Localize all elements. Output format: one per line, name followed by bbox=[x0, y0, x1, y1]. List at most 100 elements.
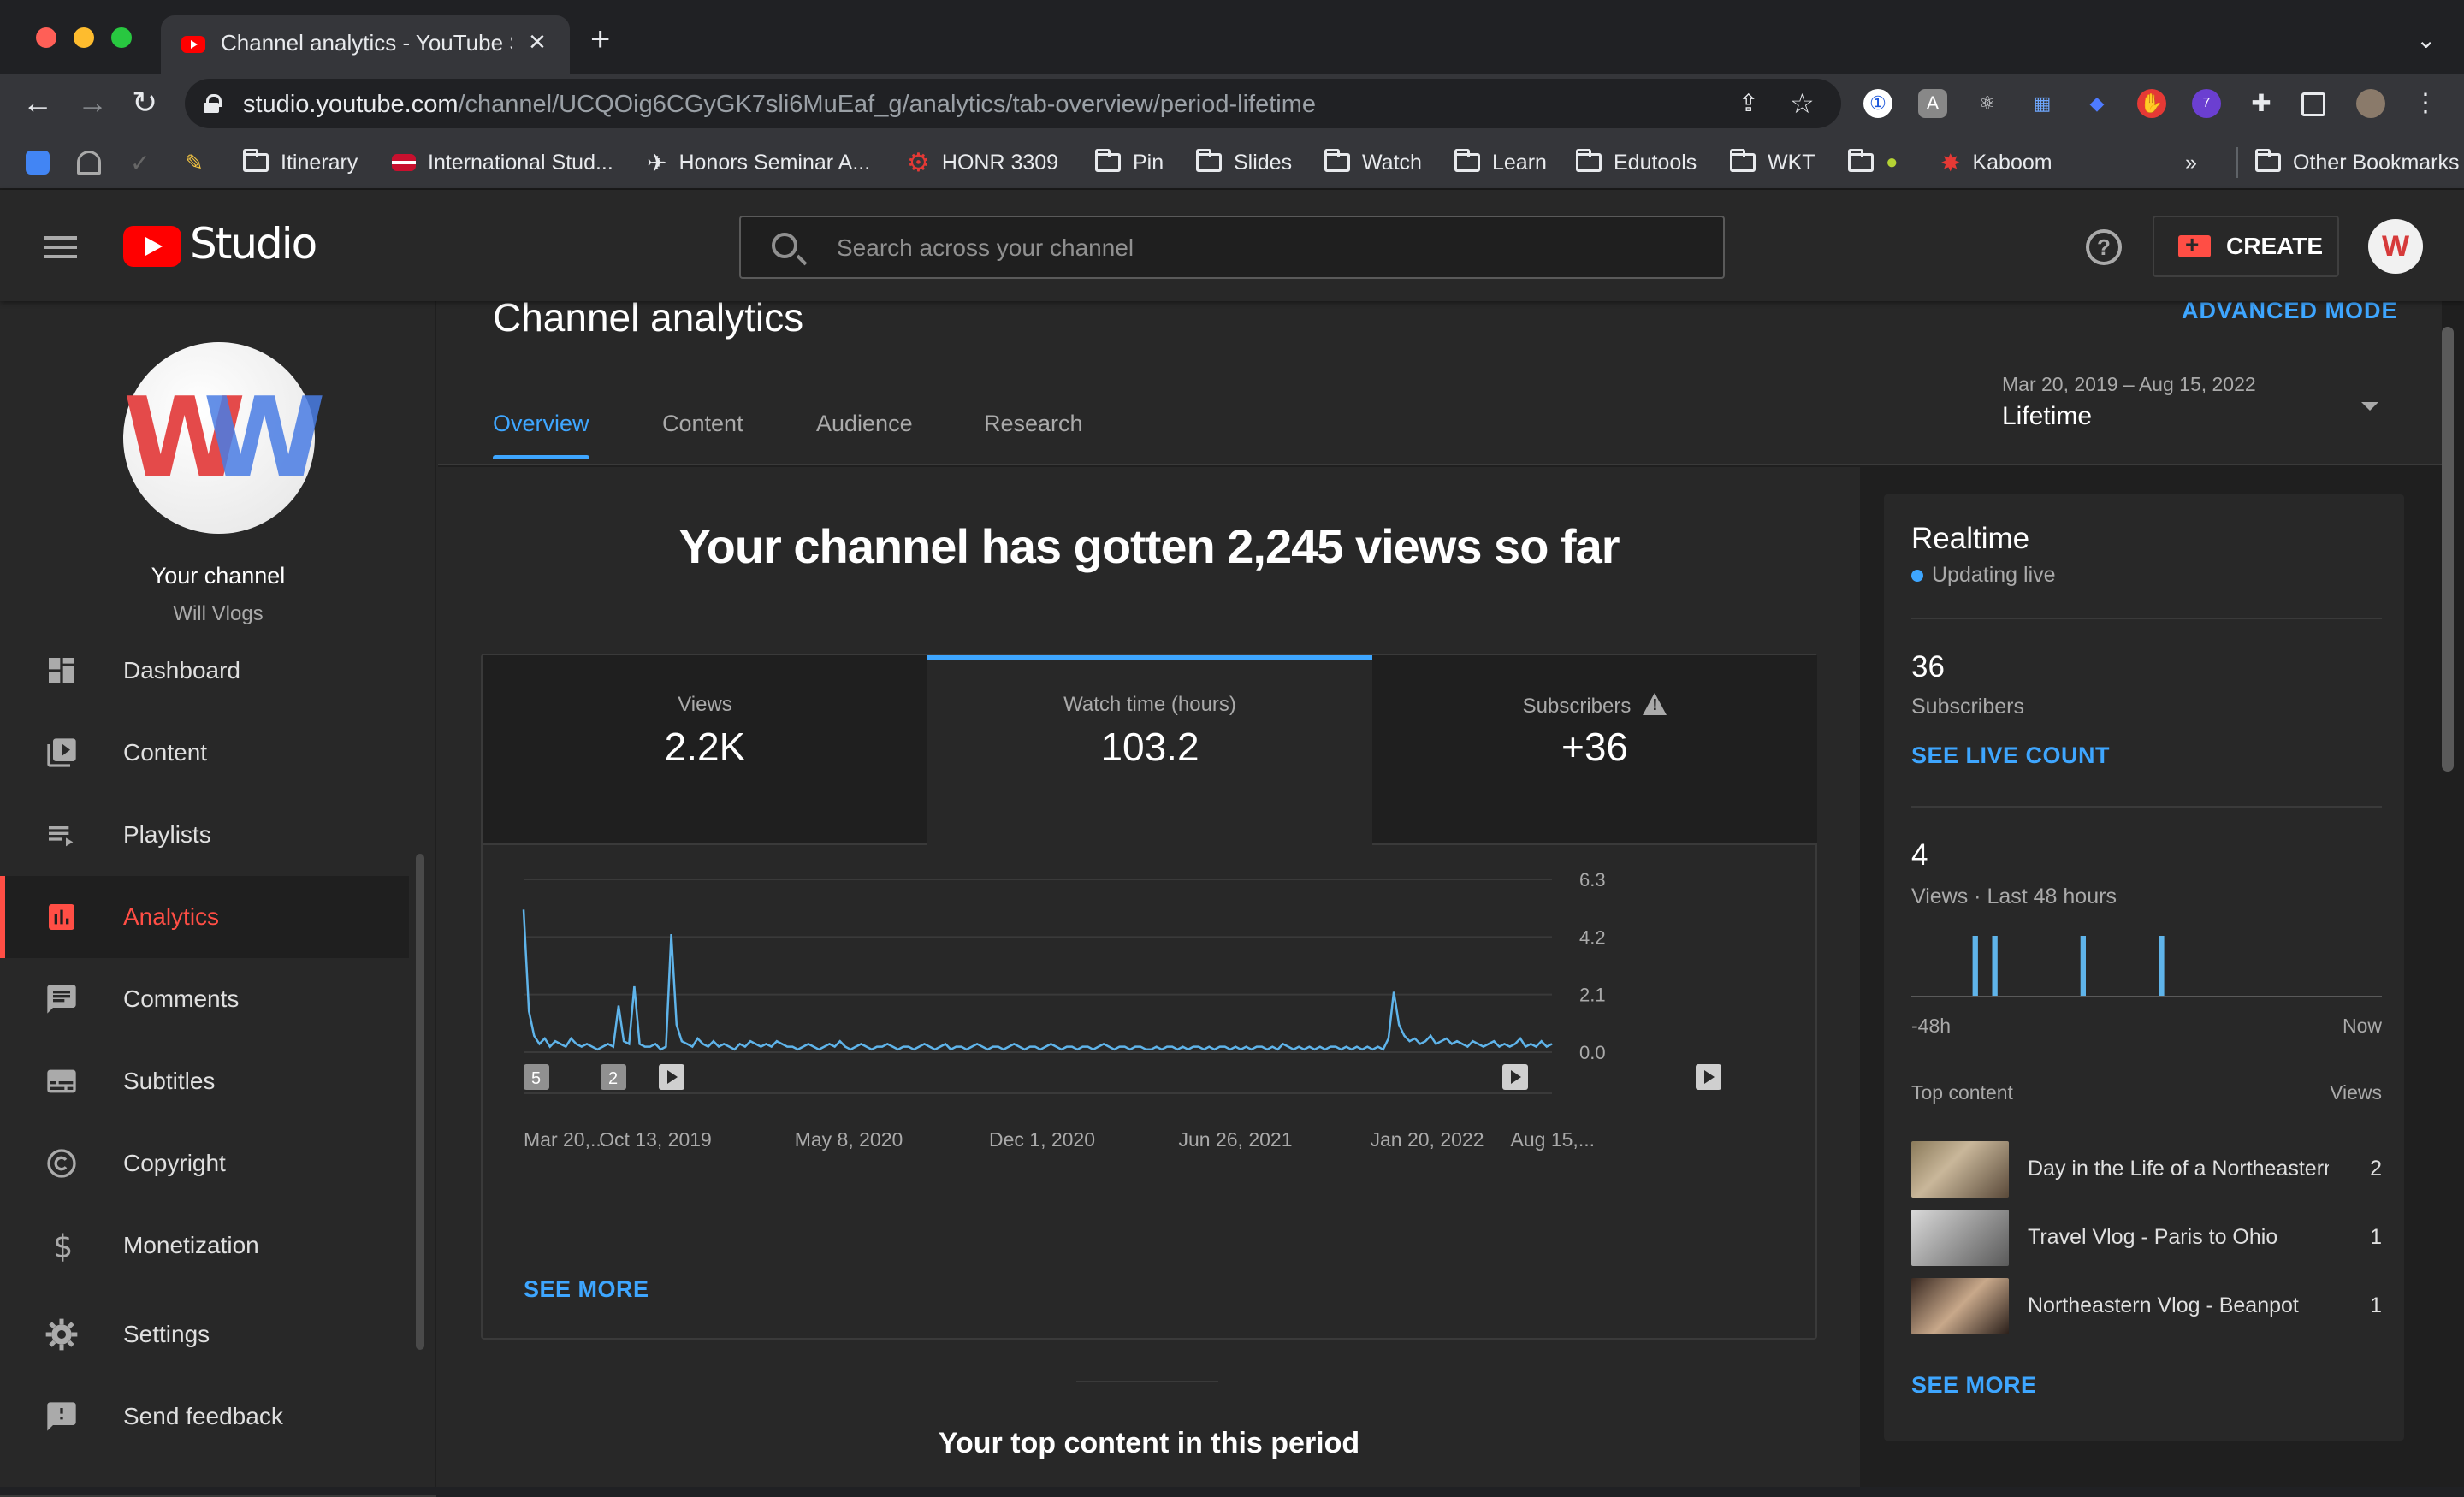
sidebar-item-send-feedback[interactable]: Send feedback bbox=[0, 1376, 409, 1458]
extension-1password-icon[interactable]: ① bbox=[1863, 89, 1892, 118]
bookmark-check[interactable]: ✓ bbox=[130, 147, 150, 178]
bookmark-folder-avocado[interactable]: ● bbox=[1848, 147, 1898, 178]
watch-time-chart[interactable]: 6.3 4.2 2.1 0.0 5 2 Mar 20,...Oct 13, 2019 May … bbox=[483, 845, 1815, 1239]
see-live-count-link[interactable]: SEE LIVE COUNT bbox=[1911, 743, 2110, 769]
sidebar-item-dashboard[interactable]: Dashboard bbox=[0, 630, 409, 712]
create-button[interactable]: CREATE bbox=[2153, 216, 2339, 277]
sidebar-item-label: Subtitles bbox=[123, 1068, 216, 1094]
new-tab-button[interactable]: + bbox=[590, 22, 610, 56]
sidebar-item-copyright[interactable]: Copyright bbox=[0, 1122, 409, 1204]
extension-react-icon[interactable]: ⚛ bbox=[1973, 89, 2002, 118]
metric-subscribers[interactable]: Subscribers +36 bbox=[1372, 655, 1817, 845]
bookmark-international-students[interactable]: International Stud... bbox=[392, 147, 613, 178]
video-title: Day in the Life of a Northeastern Studen… bbox=[2028, 1157, 2329, 1180]
bookmark-calendar[interactable] bbox=[26, 147, 62, 178]
advanced-mode-link[interactable]: ADVANCED MODE bbox=[2182, 298, 2398, 324]
channel-search-box[interactable] bbox=[739, 216, 1725, 279]
side-panel-icon[interactable] bbox=[2301, 92, 2325, 116]
chart-marker[interactable]: 5 bbox=[524, 1064, 549, 1090]
see-more-link[interactable]: SEE MORE bbox=[524, 1276, 649, 1303]
search-input[interactable] bbox=[837, 231, 1692, 265]
top-content-item[interactable]: Northeastern Vlog - Beanpot 1 bbox=[1911, 1278, 2382, 1334]
minimize-window-button[interactable] bbox=[74, 27, 94, 48]
youtube-logo-icon[interactable] bbox=[123, 226, 181, 267]
account-avatar[interactable]: W bbox=[2368, 219, 2423, 274]
address-bar[interactable]: studio.youtube.com/channel/UCQOig6CGyGK7… bbox=[185, 79, 1841, 128]
realtime-views-bars[interactable] bbox=[1911, 931, 2382, 999]
share-icon[interactable]: ⇪ bbox=[1738, 89, 1758, 117]
extension-badge-icon[interactable]: 7 bbox=[2192, 89, 2221, 118]
metric-views[interactable]: Views 2.2K bbox=[483, 655, 927, 845]
forward-icon[interactable]: → bbox=[77, 87, 108, 118]
bookmark-wkt[interactable]: WKT bbox=[1730, 147, 1815, 178]
zoom-window-button[interactable] bbox=[111, 27, 132, 48]
top-content-item[interactable]: Day in the Life of a Northeastern Studen… bbox=[1911, 1141, 2382, 1198]
lock-icon bbox=[204, 94, 222, 113]
url-text[interactable]: studio.youtube.com/channel/UCQOig6CGyGK7… bbox=[243, 91, 1316, 119]
chart-marker[interactable] bbox=[1502, 1064, 1528, 1090]
sidebar-item-analytics[interactable]: Analytics bbox=[0, 876, 409, 958]
sidebar-item-content[interactable]: Content bbox=[0, 712, 409, 794]
extension-grid-icon[interactable]: ▦ bbox=[2028, 89, 2057, 118]
folder-icon bbox=[1324, 149, 1350, 172]
bookmark-pencil[interactable]: ✎ bbox=[185, 147, 204, 178]
bookmark-astro[interactable] bbox=[77, 147, 113, 178]
sidebar-item-monetization[interactable]: $ Monetization bbox=[0, 1204, 409, 1287]
channel-avatar[interactable]: WW bbox=[123, 342, 326, 534]
tab-audience[interactable]: Audience bbox=[816, 411, 913, 437]
help-icon[interactable]: ? bbox=[2086, 229, 2122, 265]
sidebar-scrollbar[interactable] bbox=[416, 854, 424, 1350]
chart-marker[interactable] bbox=[1696, 1064, 1721, 1090]
extension-a-icon[interactable]: A bbox=[1918, 89, 1947, 118]
bookmark-kaboom[interactable]: ✸ Kaboom bbox=[1940, 147, 2052, 178]
x-tick-label: Jun 26, 2021 bbox=[1178, 1128, 1292, 1151]
browser-menu-icon[interactable]: ⋮ bbox=[2411, 89, 2440, 118]
tab-content[interactable]: Content bbox=[662, 411, 743, 437]
svg-text:$: $ bbox=[53, 1228, 73, 1263]
tab-research[interactable]: Research bbox=[984, 411, 1083, 437]
back-icon[interactable]: ← bbox=[22, 87, 53, 118]
bookmark-pin[interactable]: Pin bbox=[1095, 147, 1164, 178]
top-content-item[interactable]: Travel Vlog - Paris to Ohio 1 bbox=[1911, 1210, 2382, 1266]
reload-icon[interactable]: ↻ bbox=[132, 87, 157, 118]
chart-series-line bbox=[522, 909, 1553, 1051]
date-range-text[interactable]: Mar 20, 2019 – Aug 15, 2022 bbox=[2002, 373, 2256, 396]
bookmark-watch[interactable]: Watch bbox=[1324, 147, 1422, 178]
other-bookmarks[interactable]: Other Bookmarks bbox=[2236, 147, 2460, 178]
extension-stop-icon[interactable]: ✋ bbox=[2137, 89, 2166, 118]
metric-value: 103.2 bbox=[1100, 725, 1199, 769]
studio-logo-text[interactable]: Studio bbox=[190, 219, 317, 269]
period-dropdown-caret-icon[interactable] bbox=[2361, 402, 2378, 411]
extensions-puzzle-icon[interactable]: ✚ bbox=[2247, 89, 2276, 118]
see-more-top-content-link[interactable]: SEE MORE bbox=[1911, 1372, 2037, 1399]
bookmark-learn[interactable]: Learn bbox=[1454, 147, 1547, 178]
warning-icon[interactable] bbox=[1643, 693, 1667, 715]
chart-marker[interactable] bbox=[659, 1064, 684, 1090]
menu-hamburger-icon[interactable] bbox=[44, 236, 77, 258]
video-title: Travel Vlog - Paris to Ohio bbox=[2028, 1225, 2278, 1249]
chart-marker[interactable]: 2 bbox=[601, 1064, 626, 1090]
sidebar-item-label: Content bbox=[123, 739, 208, 766]
tab-search-chevron-icon[interactable]: ⌄ bbox=[2416, 26, 2436, 54]
period-selector[interactable]: Lifetime bbox=[2002, 402, 2092, 431]
sidebar-item-playlists[interactable]: Playlists bbox=[0, 794, 409, 876]
tab-overview[interactable]: Overview bbox=[493, 411, 589, 459]
bookmarks-overflow-button[interactable]: » bbox=[2185, 147, 2197, 178]
sidebar-item-settings[interactable]: Settings bbox=[0, 1293, 409, 1376]
browser-tab-active[interactable]: Channel analytics - YouTube Studio × bbox=[161, 15, 570, 74]
bookmark-slides[interactable]: Slides bbox=[1196, 147, 1292, 178]
bookmark-honors-seminar[interactable]: ✈ Honors Seminar A... bbox=[647, 147, 870, 178]
close-window-button[interactable] bbox=[36, 27, 56, 48]
extension-diamond-icon[interactable]: ◆ bbox=[2082, 89, 2112, 118]
metric-watch-time[interactable]: Watch time (hours) 103.2 bbox=[927, 655, 1372, 845]
bookmark-star-icon[interactable]: ☆ bbox=[1790, 87, 1815, 120]
profile-avatar-icon[interactable] bbox=[2356, 89, 2385, 118]
bookmark-honr-3309[interactable]: ⚙ HONR 3309 bbox=[907, 147, 1058, 178]
bookmark-itinerary[interactable]: Itinerary bbox=[243, 147, 358, 178]
sidebar-item-subtitles[interactable]: Subtitles bbox=[0, 1040, 409, 1122]
close-tab-icon[interactable]: × bbox=[529, 26, 546, 59]
page-scrollbar[interactable] bbox=[2442, 327, 2454, 772]
analytics-icon bbox=[49, 904, 74, 930]
sidebar-item-comments[interactable]: Comments bbox=[0, 958, 409, 1040]
bookmark-edutools[interactable]: Edutools bbox=[1576, 147, 1697, 178]
